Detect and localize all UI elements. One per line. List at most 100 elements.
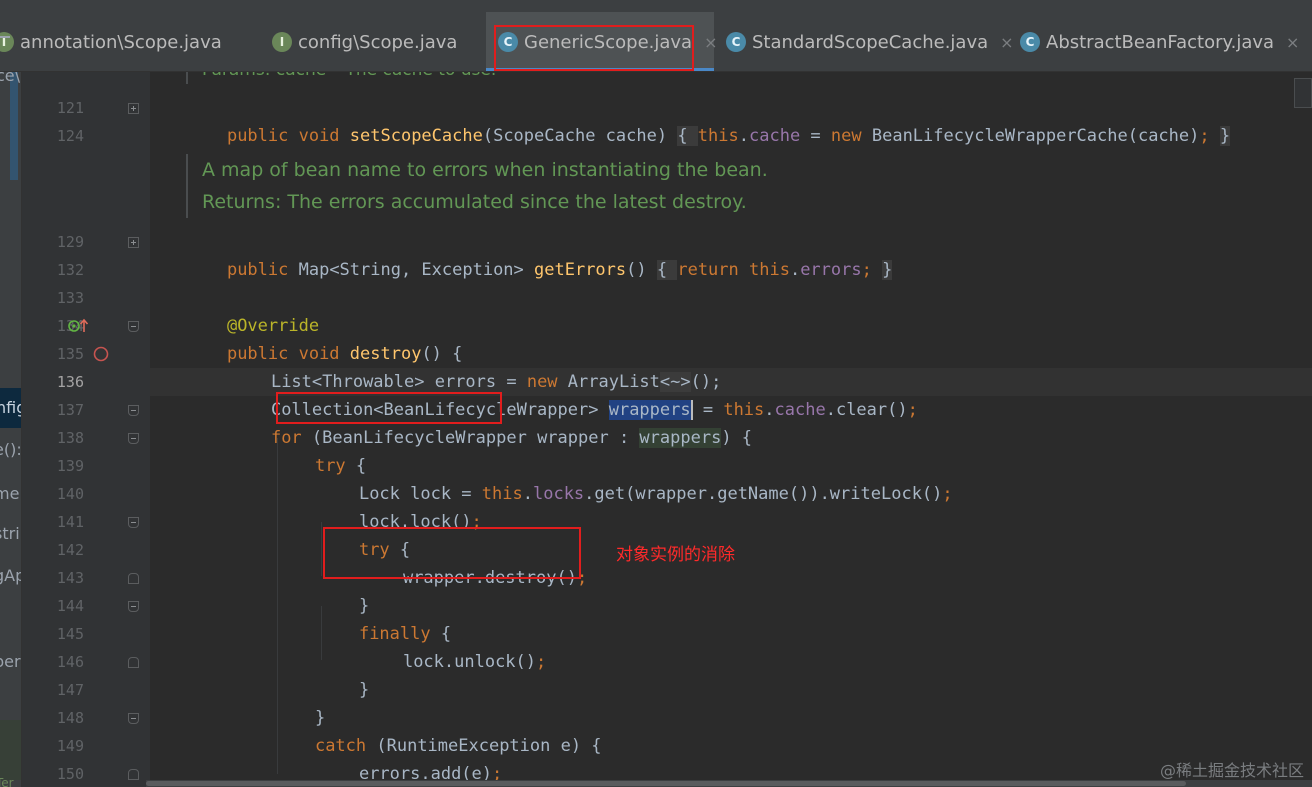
fold-collapse-icon[interactable] bbox=[128, 405, 139, 416]
project-panel-edge: ce\ nfig e(): me stri gAp per Ter bbox=[0, 72, 22, 787]
line-number-gutter: 121 124 129 132 133 134 135 136 137 138 … bbox=[22, 72, 150, 787]
line-number: 121 bbox=[56, 99, 84, 117]
code-line-135[interactable]: List<Throwable> errors = new ArrayList<~… bbox=[230, 340, 721, 392]
doc-text: A map of bean name to errors when instan… bbox=[202, 159, 768, 181]
line-number: 132 bbox=[56, 261, 84, 279]
line-number: 138 bbox=[56, 429, 84, 447]
indent-guide bbox=[321, 522, 322, 576]
code-text: = bbox=[800, 126, 831, 146]
folded-brace[interactable]: { bbox=[656, 260, 678, 280]
fold-collapse-icon[interactable] bbox=[128, 713, 139, 724]
tree-item-fragment[interactable]: stri bbox=[0, 524, 20, 543]
code-field: cache bbox=[749, 126, 801, 146]
code-line-144[interactable]: finally { bbox=[318, 592, 451, 644]
line-number: 147 bbox=[56, 681, 84, 699]
doc-comment-partial: Params: cache – The cache to use. bbox=[186, 72, 1086, 84]
watermark: @稀土掘金技术社区 bbox=[1159, 761, 1304, 780]
tab-config-scope[interactable]: I config\Scope.java bbox=[272, 12, 486, 71]
highlight-box-destroy-call bbox=[323, 527, 581, 579]
doc-text: Params: cache – The cache to use. bbox=[202, 72, 496, 80]
code-text: () bbox=[626, 260, 657, 280]
horizontal-scrollbar[interactable] bbox=[146, 780, 1312, 787]
tab-standard-scope-cache[interactable]: C StandardScopeCache.java × bbox=[726, 12, 1016, 71]
breakpoint-icon[interactable] bbox=[93, 346, 109, 362]
close-icon[interactable]: × bbox=[1000, 33, 1013, 52]
tree-item-fragment[interactable]: gAp bbox=[0, 566, 21, 585]
code-text: BeanLifecycleWrapperCache(cache) bbox=[871, 126, 1200, 146]
close-icon[interactable]: × bbox=[704, 33, 717, 52]
tree-item-fragment[interactable]: e(): bbox=[0, 440, 21, 459]
folded-brace[interactable]: } bbox=[882, 260, 893, 280]
close-icon[interactable]: × bbox=[1286, 33, 1299, 52]
line-number: 150 bbox=[56, 765, 84, 783]
fold-end-icon[interactable] bbox=[128, 657, 139, 668]
code-text: . bbox=[789, 260, 801, 280]
identifier-usage[interactable]: wrappers bbox=[639, 428, 722, 448]
scrollbar-thumb[interactable] bbox=[146, 781, 1186, 786]
code-method-name: getErrors bbox=[534, 260, 627, 280]
indent-guide bbox=[321, 606, 322, 660]
line-number: 139 bbox=[56, 457, 84, 475]
fold-end-icon[interactable] bbox=[128, 769, 139, 780]
fold-collapse-icon[interactable] bbox=[128, 517, 139, 528]
code-field: locks bbox=[532, 484, 585, 504]
doc-text: Returns: The errors accumulated since th… bbox=[202, 191, 747, 213]
code-line-121[interactable]: public void setScopeCache(ScopeCache cac… bbox=[186, 94, 1231, 146]
folded-brace[interactable]: { bbox=[677, 126, 698, 146]
code-editor[interactable]: Params: cache – The cache to use. public… bbox=[150, 72, 1312, 787]
code-keyword: public void bbox=[226, 126, 350, 146]
code-line-147[interactable]: } bbox=[274, 676, 325, 728]
tree-highlight-row bbox=[0, 720, 21, 780]
tree-item-fragment[interactable]: me bbox=[0, 484, 19, 503]
editor-scroll-marker[interactable] bbox=[1294, 78, 1312, 108]
code-line-134[interactable]: public void destroy() { bbox=[186, 312, 462, 364]
tree-item-fragment[interactable]: per bbox=[0, 652, 21, 671]
override-method-icon[interactable] bbox=[68, 318, 90, 334]
code-keyword: public bbox=[226, 260, 299, 280]
code-line-139[interactable]: Lock lock = this.locks.get(wrapper.getNa… bbox=[318, 452, 953, 504]
folded-brace[interactable]: } bbox=[1219, 126, 1231, 146]
code-line-148[interactable]: catch (RuntimeException e) { bbox=[274, 704, 602, 756]
tab-label: annotation\Scope.java bbox=[20, 31, 222, 53]
tree-item-fragment[interactable]: Ter bbox=[0, 776, 14, 787]
code-line-133[interactable]: @Override bbox=[186, 284, 319, 336]
line-number: 129 bbox=[56, 233, 84, 251]
code-field: errors bbox=[800, 260, 862, 280]
fold-expand-icon[interactable] bbox=[128, 237, 139, 248]
code-line-138[interactable]: try { bbox=[274, 424, 366, 476]
tree-item-fragment[interactable]: nfig bbox=[0, 398, 21, 417]
code-keyword: ; bbox=[942, 484, 953, 504]
tab-annotation-scope[interactable]: I annotation\Scope.java bbox=[0, 12, 262, 71]
code-line-149[interactable]: errors.add(e); bbox=[318, 732, 502, 784]
code-text: . bbox=[522, 484, 533, 504]
code-line-145[interactable]: lock.unlock(); bbox=[362, 620, 546, 672]
code-text: Map<String, Exception> bbox=[298, 260, 535, 280]
fold-collapse-icon[interactable] bbox=[128, 601, 139, 612]
code-line-146[interactable]: } bbox=[318, 648, 369, 700]
code-text: (ScopeCache cache) bbox=[482, 126, 678, 146]
annotation-note: 对象实例的消除 bbox=[616, 545, 735, 565]
code-keyword: ; bbox=[861, 260, 883, 280]
code-keyword: this bbox=[481, 484, 523, 504]
tree-item-fragment[interactable]: ce\ bbox=[0, 72, 20, 85]
tab-label: config\Scope.java bbox=[298, 31, 458, 53]
code-keyword: return this bbox=[677, 260, 790, 280]
tab-label: AbstractBeanFactory.java bbox=[1046, 31, 1275, 53]
code-line-140[interactable]: lock.lock(); bbox=[318, 480, 482, 532]
menu-icon[interactable] bbox=[0, 36, 10, 38]
code-text: . bbox=[764, 400, 775, 420]
line-number: 144 bbox=[56, 597, 84, 615]
fold-expand-icon[interactable] bbox=[128, 103, 139, 114]
indent-guide bbox=[277, 438, 278, 774]
class-icon: C bbox=[726, 32, 746, 52]
doc-comment-block: A map of bean name to errors when instan… bbox=[186, 154, 1086, 218]
fold-collapse-icon[interactable] bbox=[128, 433, 139, 444]
line-number: 124 bbox=[56, 127, 84, 145]
tab-abstract-bean-factory[interactable]: C AbstractBeanFactory.java × bbox=[1020, 12, 1312, 71]
interface-icon: I bbox=[272, 32, 292, 52]
fold-end-icon[interactable] bbox=[128, 573, 139, 584]
code-line-129[interactable]: public Map<String, Exception> getErrors(… bbox=[186, 228, 893, 280]
code-field: cache bbox=[774, 400, 826, 420]
highlight-box-type bbox=[276, 392, 502, 424]
fold-collapse-icon[interactable] bbox=[128, 321, 139, 332]
